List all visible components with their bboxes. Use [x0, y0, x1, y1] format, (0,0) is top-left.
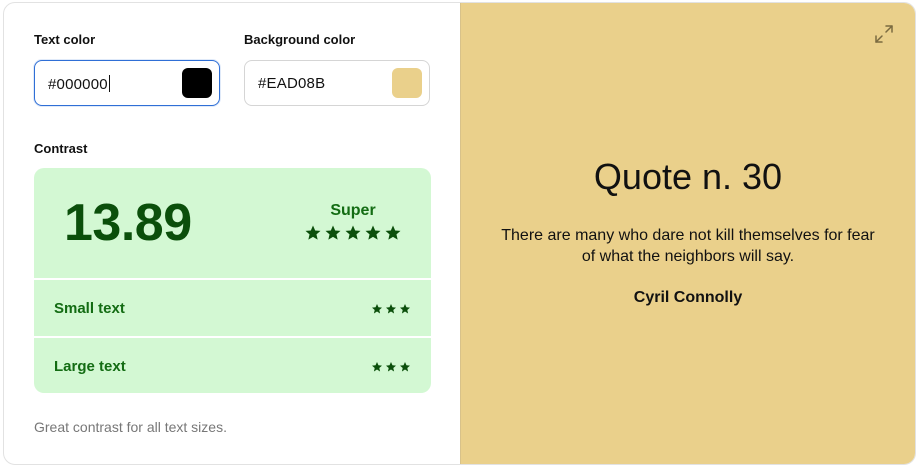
grade-stars: [303, 224, 403, 242]
grade-star-icon: [345, 225, 361, 240]
grade-star-icon: [305, 225, 321, 240]
grade-star-icon: [365, 225, 381, 240]
text-color-value[interactable]: #000000: [48, 75, 110, 93]
text-color-label: Text color: [34, 32, 96, 47]
large-text-star-icon: [400, 362, 410, 372]
grade-label: Super: [330, 202, 376, 219]
small-text-star-icon: [386, 304, 396, 314]
text-color-swatch[interactable]: [182, 68, 212, 98]
small-text-row: Small text: [34, 280, 431, 336]
contrast-ratio: 13.89: [64, 194, 192, 252]
small-text-stars: [371, 303, 411, 315]
large-text-stars: [371, 361, 411, 373]
large-text-label: Large text: [54, 358, 126, 375]
contrast-score-panel: 13.89 Super: [34, 168, 431, 278]
preview-panel: Quote n. 30 There are many who dare not …: [460, 3, 915, 464]
quote-title: Quote n. 30: [593, 156, 783, 197]
text-caret: [108, 75, 110, 92]
contrast-label: Contrast: [34, 141, 88, 156]
large-text-star-icon: [372, 362, 382, 372]
small-text-label: Small text: [54, 300, 125, 317]
small-text-star-icon: [400, 304, 410, 314]
controls-panel: Text color Background color #000000 #EAD…: [4, 3, 460, 464]
background-color-swatch[interactable]: [392, 68, 422, 98]
quote-author: Cyril Connolly: [633, 289, 743, 306]
large-text-star-icon: [386, 362, 396, 372]
background-color-value[interactable]: #EAD08B: [258, 75, 325, 92]
text-color-input[interactable]: #000000: [34, 60, 220, 106]
contrast-checker-card: Text color Background color #000000 #EAD…: [3, 2, 916, 465]
large-text-row: Large text: [34, 338, 431, 393]
contrast-note: Great contrast for all text sizes.: [34, 419, 227, 435]
contrast-grade: Super: [303, 202, 403, 242]
quote-text: There are many who dare not kill themsel…: [501, 227, 875, 265]
expand-icon[interactable]: [873, 23, 895, 45]
background-color-input[interactable]: #EAD08B: [244, 60, 430, 106]
small-text-star-icon: [372, 304, 382, 314]
grade-star-icon: [385, 225, 401, 240]
background-color-label: Background color: [244, 32, 356, 47]
grade-star-icon: [325, 225, 341, 240]
